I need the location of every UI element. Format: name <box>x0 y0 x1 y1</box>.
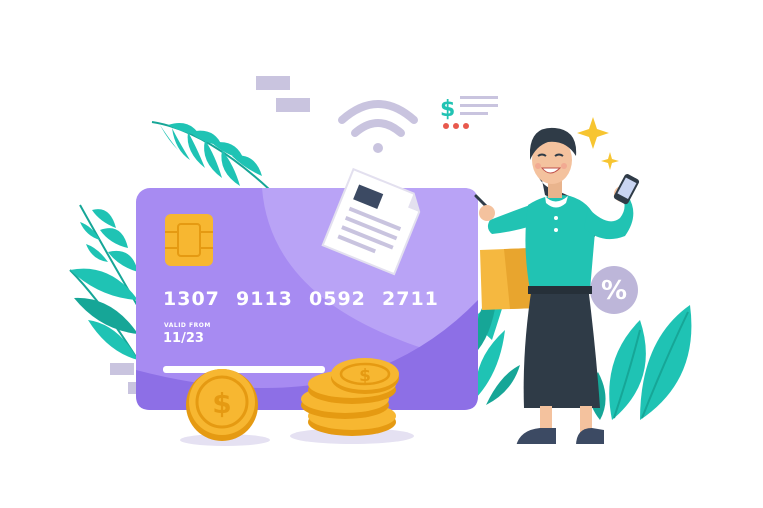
valid-from-label: VALID FROM <box>164 322 211 329</box>
right-bottom-plant <box>589 305 692 420</box>
card-number-group-1: 1307 <box>163 288 220 310</box>
wifi-icon <box>338 100 418 153</box>
card-number-group-2: 9113 <box>236 288 293 310</box>
decor-bar <box>276 98 310 112</box>
decor-bar <box>110 363 134 375</box>
coin-dollar-symbol: $ <box>212 387 231 420</box>
sparkle-icon <box>577 117 619 170</box>
chip-icon <box>165 214 213 266</box>
dollar-coin-icon: $ <box>186 369 258 441</box>
decor-bar <box>256 76 290 90</box>
stack-dollar-symbol: $ <box>359 366 371 386</box>
card-expiry: 11/23 <box>163 331 204 346</box>
price-tag-icon: $ <box>440 96 498 129</box>
card-stripe <box>163 366 325 373</box>
card-number-group-4: 2711 <box>382 288 439 310</box>
credit-card: 1307 9113 0592 2711 VALID FROM 11/23 <box>136 188 478 410</box>
percent-symbol: % <box>601 276 627 306</box>
payment-illustration: $ % 1307 9113 0592 2711 VALID FROM 11/23… <box>69 76 692 448</box>
card-number-group-3: 0592 <box>309 288 366 310</box>
price-tag-dollar: $ <box>440 97 455 122</box>
percent-badge-icon: % <box>590 266 638 314</box>
